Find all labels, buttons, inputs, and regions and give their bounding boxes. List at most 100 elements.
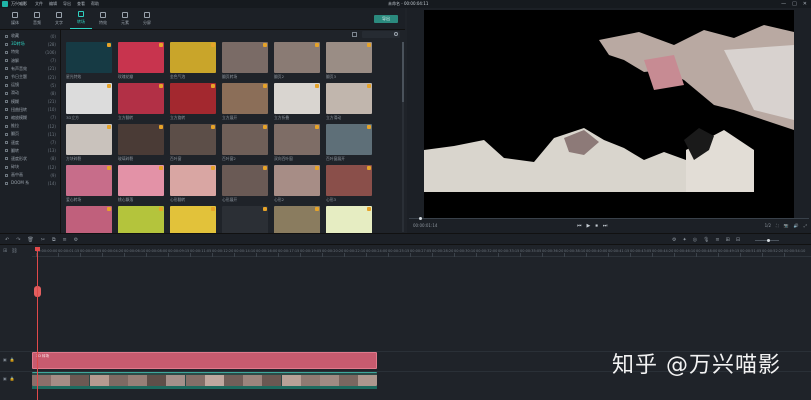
transition-thumbnail[interactable] bbox=[170, 165, 216, 196]
toolbar-tab-6[interactable]: 分屏 bbox=[136, 8, 158, 29]
zoom-slider-knob[interactable] bbox=[767, 239, 770, 242]
toolbar-tab-3[interactable]: 转场 bbox=[70, 8, 92, 29]
transition-thumbnail[interactable] bbox=[170, 124, 216, 155]
sidebar-category[interactable]: 缩放模糊 (7) bbox=[0, 114, 60, 122]
effects-icon[interactable]: ✦ bbox=[682, 237, 686, 243]
sidebar-category[interactable]: 推拉 (12) bbox=[0, 122, 60, 130]
browser-scrollbar[interactable] bbox=[402, 42, 404, 232]
cut-icon[interactable]: ✂ bbox=[41, 237, 45, 243]
transition-thumbnail[interactable] bbox=[222, 83, 268, 114]
sidebar-category[interactable]: 滑动 (8) bbox=[0, 89, 60, 97]
transition-thumbnail[interactable] bbox=[66, 165, 112, 196]
transition-thumbnail[interactable] bbox=[274, 83, 320, 114]
maximize-button[interactable]: □ bbox=[792, 1, 797, 7]
sidebar-category[interactable]: DOOM 系 (14) bbox=[0, 179, 60, 187]
quality-select[interactable]: 1/2 bbox=[765, 223, 771, 228]
menu-export[interactable]: 导出 bbox=[63, 1, 71, 7]
transition-thumbnail[interactable] bbox=[66, 42, 112, 73]
scrubber-knob[interactable] bbox=[419, 217, 422, 220]
transition-thumbnail[interactable] bbox=[326, 83, 372, 114]
settings-icon[interactable]: ⚙ bbox=[74, 237, 78, 243]
timeline-zoom-slider[interactable] bbox=[755, 239, 779, 242]
toolbar-tab-1[interactable]: 音频 bbox=[26, 8, 48, 29]
close-button[interactable]: ✕ bbox=[803, 1, 807, 7]
menu-view[interactable]: 查看 bbox=[77, 1, 85, 7]
timeline-ruler[interactable]: 00:00:00:00 00:00:01:15 00:00:03:05 00:00:0… bbox=[32, 245, 811, 257]
sidebar-category[interactable]: 翻页 (11) bbox=[0, 130, 60, 138]
sidebar-category[interactable]: 节日主题 (21) bbox=[0, 73, 60, 81]
search-icon[interactable] bbox=[394, 32, 398, 36]
transition-thumbnail[interactable] bbox=[118, 124, 164, 155]
toolbar-tab-2[interactable]: 文字 bbox=[48, 8, 70, 29]
track-visibility-icon[interactable]: ▣ bbox=[3, 376, 7, 381]
voiceover-icon[interactable]: 🎙 bbox=[703, 237, 709, 243]
transition-thumbnail[interactable] bbox=[326, 124, 372, 155]
crop-icon[interactable]: ⧉ bbox=[52, 237, 56, 243]
track-lock-icon[interactable]: 🔒 bbox=[10, 357, 15, 362]
video-clip[interactable] bbox=[32, 372, 377, 386]
transition-clip[interactable]: 3D 转场 bbox=[32, 352, 377, 369]
menu-file[interactable]: 文件 bbox=[35, 1, 43, 7]
transition-thumbnail[interactable] bbox=[222, 165, 268, 196]
filter-icon[interactable] bbox=[352, 32, 357, 37]
sidebar-category[interactable]: 速度 (7) bbox=[0, 138, 60, 146]
transition-thumbnail[interactable] bbox=[274, 165, 320, 196]
preview-scrubber[interactable] bbox=[409, 217, 809, 220]
sidebar-category[interactable]: 特效 (106) bbox=[0, 48, 60, 56]
add-track-icon[interactable]: ⊞ bbox=[3, 248, 7, 254]
sidebar-category[interactable]: 模糊 (21) bbox=[0, 98, 60, 106]
volume-icon[interactable]: 🔊 bbox=[794, 223, 799, 228]
sidebar-category[interactable]: 溶解 (7) bbox=[0, 57, 60, 65]
transition-thumbnail[interactable] bbox=[274, 42, 320, 73]
transition-thumbnail[interactable] bbox=[118, 83, 164, 114]
sidebar-category[interactable]: 3D转场 (28) bbox=[0, 40, 60, 48]
delete-icon[interactable]: 🗑 bbox=[27, 237, 33, 243]
transition-thumbnail[interactable] bbox=[222, 42, 268, 73]
transition-thumbnail[interactable] bbox=[66, 83, 112, 114]
next-frame-button[interactable]: ⏭ bbox=[603, 223, 608, 229]
sidebar-category[interactable]: 运镜 (5) bbox=[0, 81, 60, 89]
sidebar-category[interactable]: 收藏 (0) bbox=[0, 32, 60, 40]
sidebar-category[interactable]: 画中画 (9) bbox=[0, 171, 60, 179]
snapshot-icon[interactable]: 📷 bbox=[784, 223, 789, 228]
sidebar-category[interactable]: 有声音效 (21) bbox=[0, 65, 60, 73]
menu-help[interactable]: 帮助 bbox=[91, 1, 99, 7]
zoom-in-icon[interactable]: ⊞ bbox=[726, 237, 730, 243]
transition-thumbnail[interactable] bbox=[326, 42, 372, 73]
prev-frame-button[interactable]: ⏮ bbox=[577, 223, 582, 229]
adjust-icon[interactable]: ≡ bbox=[63, 237, 67, 243]
mixer-icon[interactable]: ≡ bbox=[715, 237, 719, 243]
playhead[interactable] bbox=[35, 247, 40, 400]
transition-thumbnail[interactable] bbox=[222, 124, 268, 155]
fullscreen-icon[interactable]: ⛶ bbox=[776, 223, 779, 228]
toolbar-tab-5[interactable]: 元素 bbox=[114, 8, 136, 29]
redo-icon[interactable]: ↷ bbox=[16, 237, 20, 243]
playhead-handle[interactable] bbox=[35, 247, 40, 251]
sidebar-category[interactable]: 扭曲扭转 (10) bbox=[0, 106, 60, 114]
stop-button[interactable]: ⏹ bbox=[595, 223, 598, 229]
menu-edit[interactable]: 编辑 bbox=[49, 1, 57, 7]
undo-icon[interactable]: ↶ bbox=[5, 237, 9, 243]
transition-thumbnail[interactable] bbox=[118, 165, 164, 196]
toolbar-tab-0[interactable]: 媒体 bbox=[4, 8, 26, 29]
sidebar-category[interactable]: 速度形状 (8) bbox=[0, 155, 60, 163]
scrollbar-thumb[interactable] bbox=[402, 42, 404, 102]
render-icon[interactable]: ⚙ bbox=[672, 237, 676, 243]
transition-thumbnail[interactable] bbox=[170, 42, 216, 73]
transition-thumbnail[interactable] bbox=[170, 83, 216, 114]
link-icon[interactable]: ⛓ bbox=[11, 248, 17, 254]
toolbar-tab-4[interactable]: 特效 bbox=[92, 8, 114, 29]
expand-icon[interactable]: ⤢ bbox=[804, 223, 807, 228]
minimize-button[interactable]: — bbox=[781, 1, 786, 7]
transition-thumbnail[interactable] bbox=[118, 42, 164, 73]
zoom-out-icon[interactable]: ⊟ bbox=[736, 237, 740, 243]
transition-thumbnail[interactable] bbox=[326, 165, 372, 196]
marker-icon[interactable]: ◎ bbox=[693, 237, 697, 243]
transition-thumbnail[interactable] bbox=[66, 124, 112, 155]
sidebar-category[interactable]: 翻转 (13) bbox=[0, 147, 60, 155]
track-visibility-icon[interactable]: ▣ bbox=[3, 357, 7, 362]
track-lock-icon[interactable]: 🔒 bbox=[10, 376, 15, 381]
transition-thumbnail[interactable] bbox=[274, 124, 320, 155]
play-button[interactable]: ▶ bbox=[587, 223, 591, 229]
sidebar-category[interactable]: 碎块 (12) bbox=[0, 163, 60, 171]
